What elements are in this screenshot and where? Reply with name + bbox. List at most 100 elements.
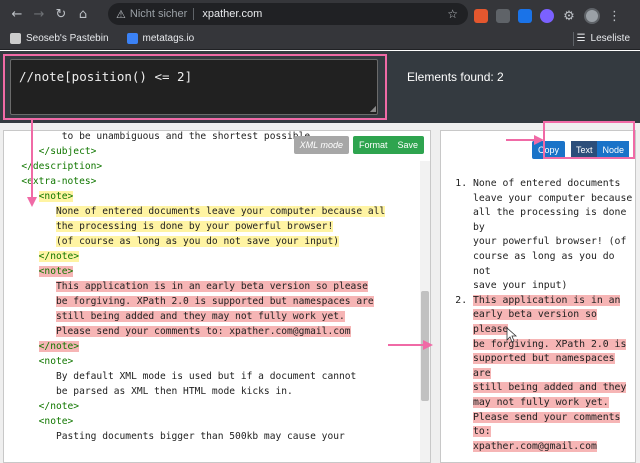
format-save-group: Format Save [352, 136, 424, 154]
result-toolbar: Copy Text Node [531, 141, 629, 159]
code-line: </description> [4, 159, 422, 174]
bookmark-label: Seoseb's Pastebin [26, 33, 109, 44]
xpath-input[interactable]: //note[position() <= 2] ◢ [10, 59, 378, 115]
address-separator [193, 8, 195, 20]
code-line-text: </note> [38, 251, 80, 262]
resize-grip-icon[interactable]: ◢ [370, 104, 376, 113]
code-line-text: <note> [38, 416, 74, 427]
code-line-text: By default XML mode is used but if a doc… [55, 371, 357, 382]
code-line: <note> [4, 414, 422, 429]
reading-list-button[interactable]: ☰ Leseliste [577, 33, 630, 44]
code-line: Pasting documents bigger than 500kb may … [4, 429, 422, 444]
bookmark-star-icon[interactable]: ☆ [447, 7, 458, 21]
bookmark-label: metatags.io [142, 33, 195, 44]
code-line: be forgiving. XPath 2.0 is supported but… [4, 294, 422, 309]
bookmarks-separator [573, 31, 574, 46]
result-line: all the processing is done by [473, 207, 627, 233]
code-line-text: None of entered documents leave your com… [55, 206, 386, 217]
code-line-text: <note> [38, 191, 74, 202]
extension-icon[interactable] [474, 9, 488, 23]
editor-scrollbar[interactable] [420, 161, 430, 462]
code-line-text: </note> [38, 341, 80, 352]
code-line-text: This application is in an early beta ver… [55, 281, 368, 292]
code-line-text: <extra-notes> [21, 176, 97, 187]
node-view-button[interactable]: Node [597, 141, 629, 159]
reading-list-icon: ☰ [576, 33, 586, 44]
result-line: course as long as you do not [473, 250, 615, 277]
result-item[interactable]: None of entered documents leave your comp… [473, 177, 633, 294]
code-line: <note> [4, 264, 422, 279]
result-line: This application is in an [473, 294, 621, 306]
code-line-text: be forgiving. XPath 2.0 is supported but… [55, 296, 374, 307]
editor-toolbar: XML mode Format Save [293, 136, 424, 154]
result-line: supported but namespaces are [473, 353, 615, 379]
result-line: may not fully work yet. [473, 396, 609, 408]
code-line: This application is in an early beta ver… [4, 279, 422, 294]
code-line: <note> [4, 189, 422, 204]
forward-arrow-icon[interactable]: → [28, 3, 50, 25]
extension-icon[interactable] [518, 9, 532, 23]
bookmarks-bar: Seoseb's Pastebin metatags.io ☰ Leselist… [0, 28, 640, 50]
xml-editor[interactable]: to be unambiguous and the shortest possi… [3, 130, 431, 463]
result-item[interactable]: This application is in an early beta vers… [473, 294, 633, 455]
code-line-text: </note> [38, 401, 80, 412]
app-body: to be unambiguous and the shortest possi… [0, 123, 640, 463]
code-line-text: (of course as long as you do not save yo… [55, 236, 340, 247]
result-line: None of entered documents [473, 178, 621, 189]
code-line: </note> [4, 399, 422, 414]
profile-avatar[interactable] [584, 8, 600, 24]
code-line-text: </description> [21, 161, 103, 172]
code-line: (of course as long as you do not save yo… [4, 234, 422, 249]
puzzle-icon[interactable]: ⚙ [562, 5, 576, 27]
result-line: be forgiving. XPath 2.0 is [473, 338, 627, 350]
result-line: save your input) [473, 280, 568, 292]
reload-icon[interactable]: ↻ [50, 3, 72, 25]
result-line: still being added and they [473, 382, 627, 394]
code-line: be parsed as XML then HTML mode kicks in… [4, 384, 422, 399]
code-line-text: the processing is done by your powerful … [55, 221, 334, 232]
warning-icon: ⚠ [116, 7, 126, 21]
browser-toolbar: ← → ↻ ⌂ ⚠ Nicht sicher xpather.com ☆ ⚙ ⋮ [0, 0, 640, 28]
code-line-text: be parsed as XML then HTML mode kicks in… [55, 386, 293, 397]
result-line: your powerful browser! (of [473, 236, 627, 248]
address-bar[interactable]: ⚠ Nicht sicher xpather.com ☆ [108, 3, 468, 25]
code-line: <note> [4, 354, 422, 369]
scrollbar-thumb[interactable] [421, 291, 429, 401]
xpath-query-text: //note[position() <= 2] [19, 69, 193, 84]
extensions-area: ⚙ ⋮ [474, 5, 621, 27]
result-panel: Copy Text Node None of entered documents… [440, 130, 636, 463]
code-line-text: still being added and they may not fully… [55, 311, 345, 322]
save-button[interactable]: Save [397, 140, 418, 150]
result-list: None of entered documents leave your comp… [457, 177, 633, 454]
security-label: Nicht sicher [129, 8, 188, 20]
code-line-text: to be unambiguous and the shortest possi… [61, 131, 316, 142]
bookmark-metatags[interactable]: metatags.io [126, 33, 195, 44]
code-line-text: Pasting documents bigger than 500kb may … [55, 431, 345, 442]
elements-found: Elements found: 2 [407, 70, 504, 84]
url-text: xpather.com [202, 8, 263, 20]
reading-list-label: Leseliste [590, 33, 630, 44]
code-line-text: </subject> [38, 146, 97, 157]
format-button[interactable]: Format [359, 140, 388, 150]
code-line: By default XML mode is used but if a doc… [4, 369, 422, 384]
extension-icon[interactable] [540, 9, 554, 23]
bookmark-seoseb[interactable]: Seoseb's Pastebin [10, 33, 109, 44]
text-view-button[interactable]: Text [570, 141, 598, 159]
code-line: the processing is done by your powerful … [4, 219, 422, 234]
view-toggle: Text Node [570, 141, 629, 159]
code-line: </note> [4, 249, 422, 264]
code-lines: to be unambiguous and the shortest possi… [4, 131, 422, 444]
back-arrow-icon[interactable]: ← [6, 3, 28, 25]
bookmark-favicon-icon [126, 33, 138, 44]
result-line: early beta version so please [473, 309, 597, 335]
result-line: xpather.com@gmail.com [473, 440, 597, 452]
xml-mode-button[interactable]: XML mode [293, 136, 349, 154]
result-line: Please send your comments to: [473, 411, 621, 438]
code-line: </note> [4, 339, 422, 354]
copy-button[interactable]: Copy [531, 141, 565, 159]
extension-icon[interactable] [496, 9, 510, 23]
more-menu-icon[interactable]: ⋮ [608, 9, 621, 24]
code-line: still being added and they may not fully… [4, 309, 422, 324]
home-icon[interactable]: ⌂ [72, 3, 94, 25]
app-header: //note[position() <= 2] ◢ Elements found… [0, 51, 640, 123]
